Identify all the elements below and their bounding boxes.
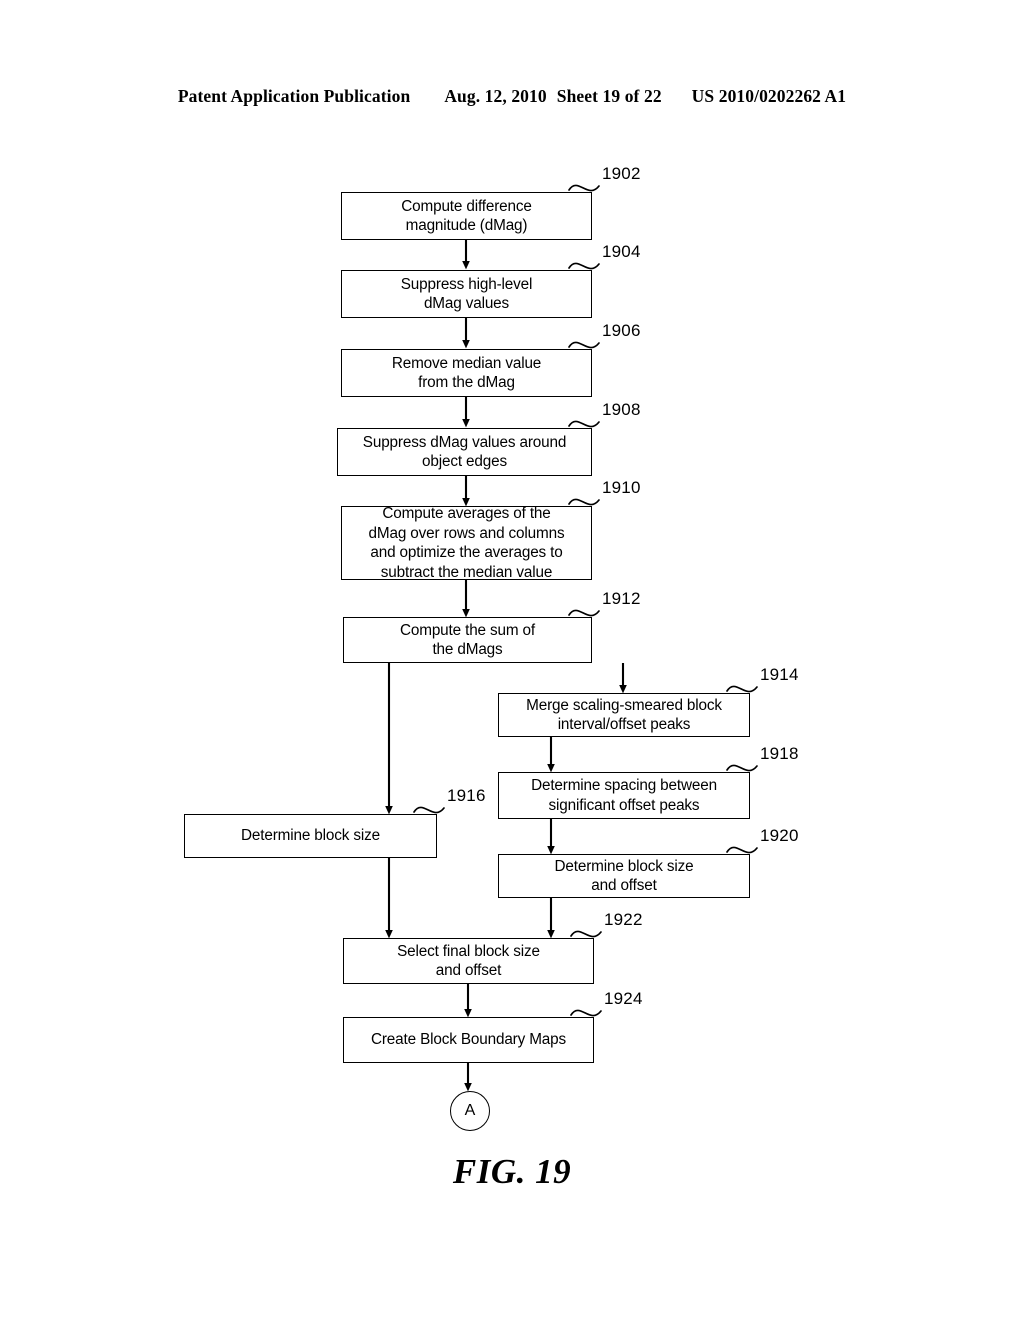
figure-19-flowchart: Compute difference magnitude (dMag) Supp… (0, 0, 1024, 1320)
process-box-1920[interactable]: Determine block size and offset (498, 854, 750, 898)
ref-number-1914: 1914 (760, 665, 799, 684)
ref-number-1906: 1906 (602, 321, 641, 340)
ref-number-1924: 1924 (604, 989, 643, 1008)
process-box-1916-label: Determine block size (241, 827, 380, 845)
ref-number-1918: 1918 (760, 744, 799, 763)
process-box-1908-label: Suppress dMag values around object edges (362, 433, 567, 471)
process-box-1922[interactable]: Select final block size and offset (343, 938, 594, 984)
process-box-1912[interactable]: Compute the sum of the dMags (343, 617, 592, 663)
process-box-1916[interactable]: Determine block size (184, 814, 437, 858)
process-box-1912-label: Compute the sum of the dMags (399, 621, 536, 659)
process-box-1918-label: Determine spacing between significant of… (531, 777, 717, 814)
ref-number-1922: 1922 (604, 910, 643, 929)
process-box-1918[interactable]: Determine spacing between significant of… (498, 772, 750, 819)
process-box-1906-label: Remove median value from the dMag (391, 354, 542, 392)
process-box-1910-label: Compute averages of the dMag over rows a… (368, 505, 565, 581)
process-box-1904-label: Suppress high-level dMag values (400, 275, 533, 313)
process-box-1914-label: Merge scaling-smeared block interval/off… (526, 696, 722, 734)
ref-number-1908: 1908 (602, 400, 641, 419)
offpage-connector-a[interactable]: A (450, 1091, 490, 1131)
ref-number-1920: 1920 (760, 826, 799, 845)
process-box-1920-label: Determine block size and offset (554, 857, 694, 895)
process-box-1924-label: Create Block Boundary Maps (370, 1031, 567, 1049)
ref-number-1916: 1916 (447, 786, 486, 805)
figure-caption: FIG. 19 (452, 1152, 572, 1191)
process-box-1924[interactable]: Create Block Boundary Maps (343, 1017, 594, 1063)
process-box-1902-label: Compute difference magnitude (dMag) (401, 197, 532, 235)
offpage-connector-a-label: A (464, 1102, 476, 1119)
process-box-1904[interactable]: Suppress high-level dMag values (341, 270, 592, 318)
ref-number-1902: 1902 (602, 164, 641, 183)
process-box-1914[interactable]: Merge scaling-smeared block interval/off… (498, 693, 750, 737)
process-box-1906[interactable]: Remove median value from the dMag (341, 349, 592, 397)
ref-number-1904: 1904 (602, 242, 641, 261)
process-box-1908[interactable]: Suppress dMag values around object edges (337, 428, 592, 476)
ref-number-1910: 1910 (602, 478, 641, 497)
process-box-1910[interactable]: Compute averages of the dMag over rows a… (341, 505, 592, 581)
ref-number-1912: 1912 (602, 589, 641, 608)
process-box-1922-label: Select final block size and offset (397, 942, 540, 980)
process-box-1902[interactable]: Compute difference magnitude (dMag) (341, 192, 592, 240)
